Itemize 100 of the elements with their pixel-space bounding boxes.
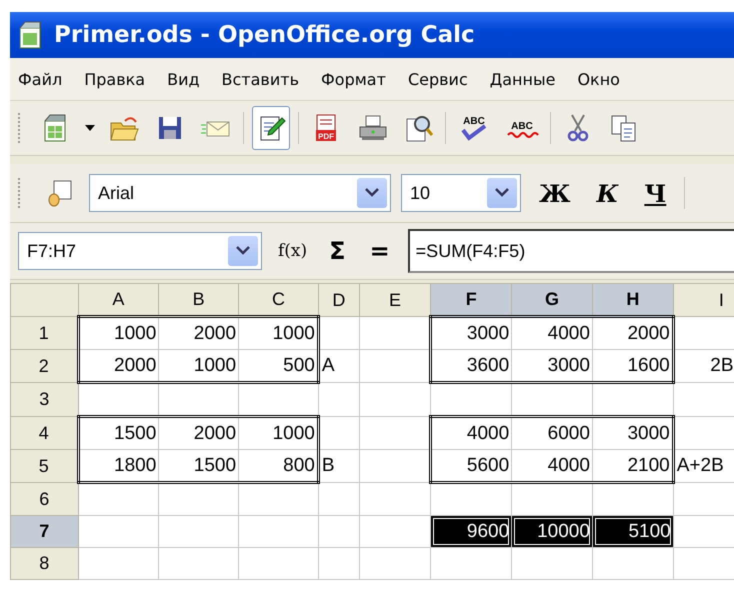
menu-item[interactable]: Файл: [18, 70, 62, 88]
bold-button[interactable]: Ж: [531, 178, 578, 208]
table-cell[interactable]: [359, 316, 431, 350]
table-cell[interactable]: 3000: [512, 350, 592, 382]
table-cell[interactable]: [512, 548, 592, 580]
dropdown-button[interactable]: [228, 236, 258, 266]
toolbar-button[interactable]: ABC: [454, 106, 494, 150]
table-cell[interactable]: 9600: [430, 516, 512, 548]
dropdown-button[interactable]: [357, 178, 387, 208]
row-header[interactable]: 2: [10, 350, 78, 382]
column-header[interactable]: E: [359, 284, 431, 316]
table-cell[interactable]: [430, 382, 512, 416]
column-header[interactable]: A: [78, 284, 159, 316]
row-header[interactable]: 7: [10, 516, 78, 548]
table-cell[interactable]: 2000: [158, 316, 239, 350]
table-cell[interactable]: [318, 548, 360, 580]
table-cell[interactable]: [158, 482, 239, 516]
toolbar-button[interactable]: ABC: [502, 106, 542, 150]
table-cell[interactable]: 3600: [430, 350, 512, 382]
table-cell[interactable]: 1500: [78, 416, 159, 450]
table-cell[interactable]: [359, 416, 431, 450]
table-cell[interactable]: 5600: [430, 450, 512, 482]
table-cell[interactable]: [512, 482, 592, 516]
sum-button[interactable]: Σ: [323, 237, 352, 265]
table-cell[interactable]: [592, 548, 674, 580]
table-cell[interactable]: A+2B: [673, 450, 734, 482]
column-header[interactable]: D: [318, 284, 360, 316]
table-cell[interactable]: [238, 516, 318, 548]
table-cell[interactable]: [359, 350, 431, 382]
table-cell[interactable]: [318, 382, 360, 416]
corner-header[interactable]: [10, 284, 78, 316]
table-cell[interactable]: 3000: [430, 316, 512, 350]
table-cell[interactable]: 4000: [512, 450, 592, 482]
column-header[interactable]: C: [238, 284, 318, 316]
menu-item[interactable]: Данные: [490, 70, 556, 88]
table-cell[interactable]: B: [318, 450, 360, 482]
function-button[interactable]: =: [364, 237, 396, 265]
name-box[interactable]: F7:H7: [18, 232, 262, 270]
table-cell[interactable]: 1500: [158, 450, 239, 482]
column-header[interactable]: H: [592, 284, 674, 316]
formula-input-field[interactable]: =SUM(F4:F5): [408, 229, 734, 273]
menu-item[interactable]: Сервис: [408, 70, 468, 88]
table-cell[interactable]: 1000: [238, 416, 318, 450]
table-cell[interactable]: [78, 482, 159, 516]
row-header[interactable]: 3: [10, 382, 78, 416]
table-cell[interactable]: [318, 516, 360, 548]
table-cell[interactable]: [78, 516, 159, 548]
row-header[interactable]: 6: [10, 482, 78, 516]
table-cell[interactable]: 1800: [78, 450, 159, 482]
table-cell[interactable]: A: [318, 350, 360, 382]
table-cell[interactable]: 1000: [78, 316, 159, 350]
menu-item[interactable]: Формат: [321, 70, 386, 88]
table-cell[interactable]: [359, 548, 431, 580]
table-cell[interactable]: [592, 482, 674, 516]
table-cell[interactable]: 2100: [592, 450, 674, 482]
row-header[interactable]: 4: [10, 416, 78, 450]
table-cell[interactable]: 6000: [512, 416, 592, 450]
column-header[interactable]: F: [430, 284, 512, 316]
column-header[interactable]: I: [673, 284, 734, 316]
table-cell[interactable]: 1000: [238, 316, 318, 350]
table-cell[interactable]: [359, 382, 431, 416]
table-cell[interactable]: [238, 382, 318, 416]
table-cell[interactable]: 2000: [78, 350, 159, 382]
table-cell[interactable]: 1600: [592, 350, 674, 382]
font-name-field[interactable]: Arial: [89, 174, 391, 212]
italic-button[interactable]: К: [588, 178, 626, 208]
table-cell[interactable]: [158, 516, 239, 548]
table-cell[interactable]: 4000: [430, 416, 512, 450]
table-cell[interactable]: [158, 548, 239, 580]
table-cell[interactable]: [359, 482, 431, 516]
function-wizard-button[interactable]: f(x): [274, 241, 312, 261]
table-cell[interactable]: 2000: [158, 416, 239, 450]
table-cell[interactable]: 500: [238, 350, 318, 382]
toolbar-button[interactable]: [252, 106, 290, 150]
font-size-field[interactable]: 10: [401, 174, 521, 212]
table-cell[interactable]: [359, 516, 431, 548]
toolbar-button[interactable]: PDF: [307, 106, 345, 150]
table-cell[interactable]: 2B: [673, 350, 734, 382]
table-cell[interactable]: [430, 548, 512, 580]
row-header[interactable]: 8: [10, 548, 78, 580]
table-cell[interactable]: [318, 416, 360, 450]
table-cell[interactable]: 800: [238, 450, 318, 482]
dropdown-button[interactable]: [487, 178, 517, 208]
column-header[interactable]: B: [158, 284, 239, 316]
table-cell[interactable]: 3000: [592, 416, 674, 450]
table-cell[interactable]: 2000: [592, 316, 674, 350]
table-cell[interactable]: [512, 382, 592, 416]
table-cell[interactable]: 5100: [592, 516, 674, 548]
table-cell[interactable]: [318, 316, 360, 350]
menu-item[interactable]: Вставить: [222, 70, 300, 88]
table-cell[interactable]: [78, 382, 159, 416]
menu-item[interactable]: Вид: [167, 70, 200, 88]
table-cell[interactable]: [592, 382, 674, 416]
table-cell[interactable]: [158, 382, 239, 416]
table-cell[interactable]: [318, 482, 360, 516]
table-cell[interactable]: [238, 548, 318, 580]
menu-item[interactable]: Правка: [84, 70, 146, 88]
table-cell[interactable]: 1000: [158, 350, 239, 382]
column-header[interactable]: G: [512, 284, 592, 316]
table-cell[interactable]: 10000: [512, 516, 592, 548]
